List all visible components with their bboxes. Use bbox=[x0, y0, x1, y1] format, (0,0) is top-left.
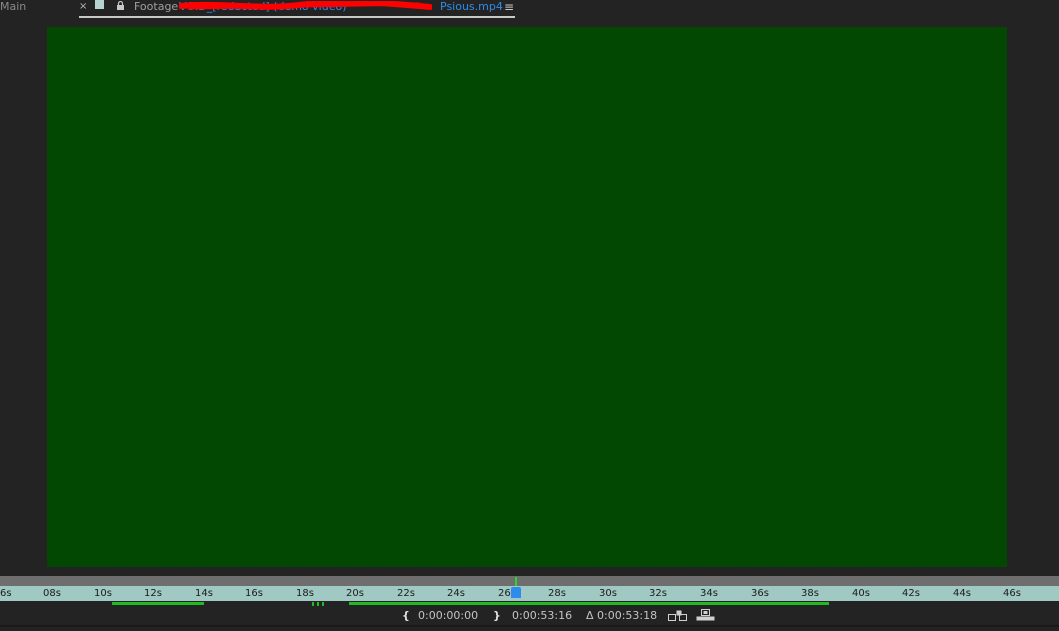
time-tick-label: 28s bbox=[548, 588, 566, 599]
overlay-edit-icon[interactable] bbox=[696, 608, 715, 622]
time-ruler[interactable]: 6s 08s 10s 12s 14s 16s 18s 20s 22s 24s 2… bbox=[0, 586, 1059, 601]
in-point-button[interactable]: { bbox=[402, 606, 410, 625]
time-tick-label: 32s bbox=[649, 588, 667, 599]
time-tick-label: 38s bbox=[801, 588, 819, 599]
time-tick-label: 24s bbox=[447, 588, 465, 599]
time-tick-label: 12s bbox=[144, 588, 162, 599]
current-time-indicator-line bbox=[515, 577, 517, 586]
time-tick-label: 16s bbox=[245, 588, 263, 599]
footage-viewer-frame[interactable] bbox=[47, 27, 1007, 567]
time-tick-label: 42s bbox=[902, 588, 920, 599]
time-tick-label: 30s bbox=[599, 588, 617, 599]
panel-bottom-border bbox=[0, 625, 1059, 627]
cache-segment bbox=[349, 602, 829, 605]
tab-footage[interactable]: × Footage VOID_[redacted] (demo video) P… bbox=[79, 0, 515, 18]
panel-tab-bar: Main × Footage VOID_[redacted] (demo vid… bbox=[0, 0, 1059, 18]
close-tab-icon[interactable]: × bbox=[79, 1, 87, 13]
time-tick-label: 18s bbox=[296, 588, 314, 599]
time-tick-label: 22s bbox=[397, 588, 415, 599]
out-point-time[interactable]: 0:00:53:16 bbox=[512, 606, 572, 625]
tab-footage-label: Footage bbox=[134, 0, 179, 13]
cache-segment bbox=[112, 602, 204, 605]
time-tick-label: 20s bbox=[346, 588, 364, 599]
footage-file-name[interactable]: Psious.mp4 bbox=[440, 0, 503, 14]
tab-main[interactable]: Main bbox=[0, 0, 26, 14]
time-tick-label: 40s bbox=[852, 588, 870, 599]
time-tick-label: 34s bbox=[700, 588, 718, 599]
playhead-handle[interactable] bbox=[511, 587, 521, 598]
time-tick-label: 14s bbox=[195, 588, 213, 599]
lock-icon[interactable] bbox=[116, 0, 125, 10]
ripple-insert-edit-icon[interactable] bbox=[668, 608, 687, 622]
work-area-bar[interactable] bbox=[0, 576, 1059, 586]
panel-menu-icon[interactable]: ≡ bbox=[504, 0, 514, 14]
time-tick-label: 36s bbox=[751, 588, 769, 599]
out-point-button[interactable]: } bbox=[493, 606, 501, 625]
time-tick-label: 6s bbox=[0, 588, 12, 599]
time-tick-label: 10s bbox=[94, 588, 112, 599]
duration-time: 0:00:53:18 bbox=[597, 609, 658, 622]
label-color-swatch-icon[interactable] bbox=[95, 0, 104, 9]
time-tick-label: 08s bbox=[43, 588, 61, 599]
in-point-time[interactable]: 0:00:00:00 bbox=[418, 606, 478, 625]
active-tab-underline bbox=[79, 16, 515, 18]
redaction-scribble bbox=[179, 1, 432, 10]
footage-status-bar: { 0:00:00:00 } 0:00:53:16 Δ 0:00:53:18 bbox=[0, 606, 1059, 625]
time-tick-label: 46s bbox=[1003, 588, 1021, 599]
time-tick-label: 44s bbox=[953, 588, 971, 599]
duration-symbol: Δ bbox=[586, 609, 594, 622]
